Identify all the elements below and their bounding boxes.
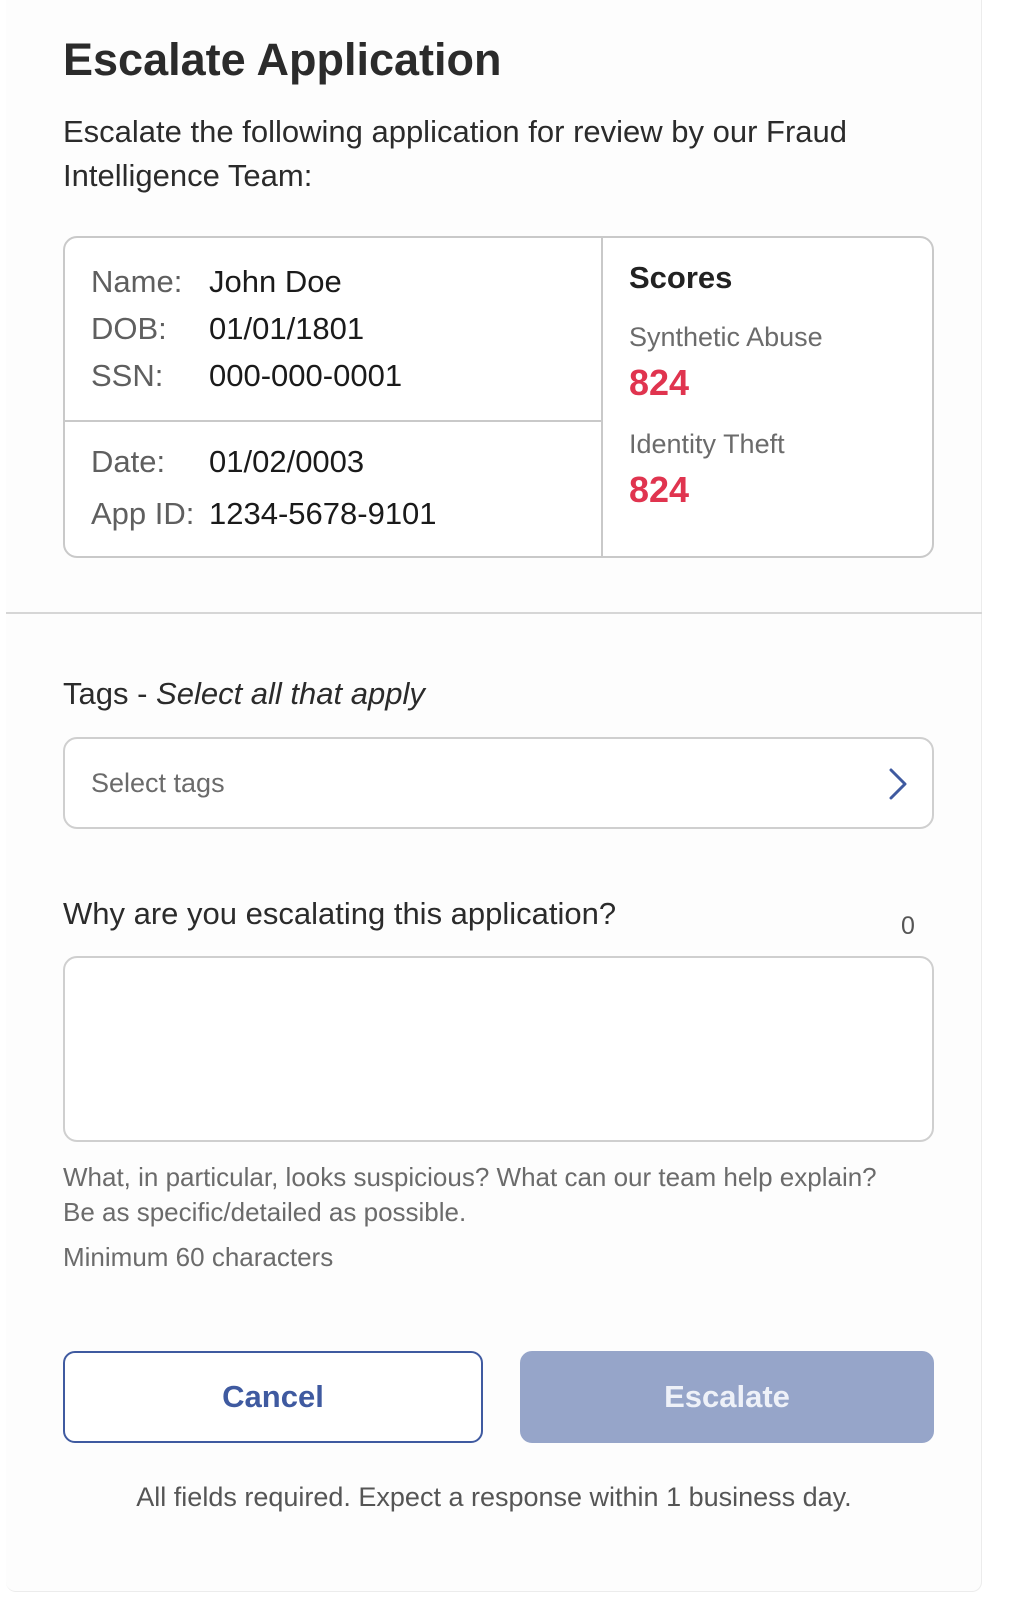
character-count: 0 [901, 912, 915, 940]
tags-label: Tags - Select all that apply [63, 676, 425, 712]
dob-label: DOB: [91, 311, 167, 346]
dialog-title: Escalate Application [63, 34, 502, 85]
app-id-label: App ID: [91, 496, 195, 531]
tags-select[interactable]: Select tags [63, 737, 934, 829]
name-row: Name: John Doe [91, 262, 342, 302]
reason-hint: What, in particular, looks suspicious? W… [63, 1162, 877, 1227]
tags-label-hint: Select all that apply [156, 676, 425, 711]
dob-value: 01/01/1801 [209, 311, 365, 346]
name-label: Name: [91, 264, 183, 299]
escalate-button[interactable]: Escalate [520, 1351, 934, 1443]
cancel-button[interactable]: Cancel [63, 1351, 483, 1443]
scores-title: Scores [629, 260, 733, 295]
ssn-label: SSN: [91, 358, 164, 393]
ssn-value: 000-000-0001 [209, 358, 403, 393]
date-label: Date: [91, 444, 166, 479]
app-id-row: App ID: 1234-5678-9101 [91, 494, 437, 534]
reason-textarea[interactable] [63, 956, 934, 1142]
section-divider [6, 612, 982, 614]
score-label-identity-theft: Identity Theft [629, 429, 785, 459]
escalate-dialog: Escalate Application Escalate the follow… [6, 0, 982, 1592]
footer-note: All fields required. Expect a response w… [136, 1482, 852, 1512]
applicant-details: Name: John Doe DOB: 01/01/1801 SSN: 000-… [65, 238, 603, 556]
scores-panel: Scores Synthetic Abuse 824 Identity Thef… [605, 238, 932, 556]
app-id-value: 1234-5678-9101 [209, 496, 437, 531]
score-label-synthetic-abuse: Synthetic Abuse [629, 322, 823, 352]
tags-label-text: Tags - [63, 676, 157, 711]
minimum-characters-note: Minimum 60 characters [63, 1242, 334, 1272]
applicant-identity-section: Name: John Doe DOB: 01/01/1801 SSN: 000-… [65, 238, 601, 422]
tags-placeholder: Select tags [91, 767, 225, 798]
application-meta-section: Date: 01/02/0003 App ID: 1234-5678-9101 [65, 422, 601, 556]
chevron-right-icon [889, 768, 907, 800]
name-value: John Doe [209, 264, 342, 299]
ssn-row: SSN: 000-000-0001 [91, 356, 402, 396]
application-summary-card: Name: John Doe DOB: 01/01/1801 SSN: 000-… [63, 236, 934, 558]
score-value-identity-theft: 824 [629, 469, 690, 510]
date-value: 01/02/0003 [209, 444, 365, 479]
score-value-synthetic-abuse: 824 [629, 362, 690, 403]
date-row: Date: 01/02/0003 [91, 442, 364, 482]
reason-label: Why are you escalating this application? [63, 896, 617, 931]
dialog-intro: Escalate the following application for r… [63, 114, 848, 193]
dob-row: DOB: 01/01/1801 [91, 309, 364, 349]
